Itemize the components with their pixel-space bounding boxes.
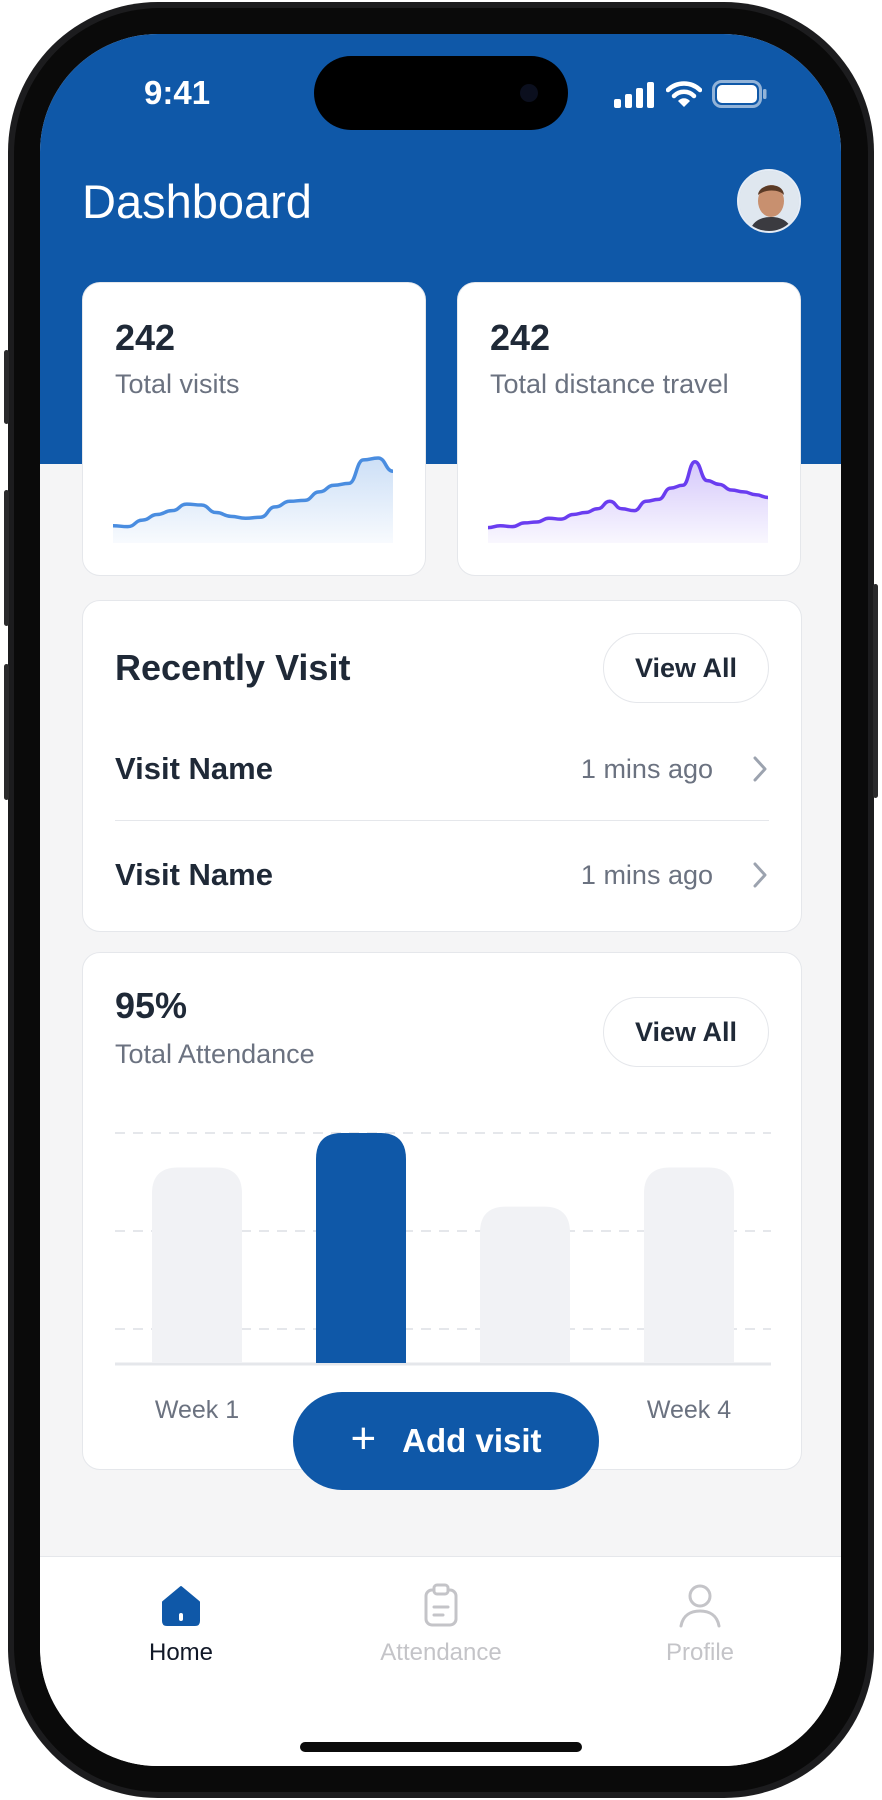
sparkline-area [488, 461, 768, 543]
page-title: Dashboard [82, 175, 312, 228]
volume-down-button [4, 664, 9, 800]
list-item[interactable]: Visit Name 1 mins ago [115, 717, 769, 821]
tab-profile[interactable]: Profile [590, 1557, 810, 1697]
divider [115, 820, 769, 821]
visit-name: Visit Name [115, 857, 273, 892]
visit-name: Visit Name [115, 751, 273, 786]
recent-visits-card: Recently Visit View All Visit Name 1 min… [82, 600, 802, 932]
user-icon [679, 1584, 721, 1628]
visit-time: 1 mins ago [580, 859, 713, 890]
attendance-view-all-button[interactable]: View All [603, 997, 769, 1067]
attendance-bar [644, 1167, 734, 1363]
total-visits-sparkline [113, 456, 393, 543]
avatar[interactable] [737, 169, 801, 233]
signal-icon [614, 82, 654, 108]
total-distance-sparkline [488, 460, 768, 543]
volume-up-button [4, 490, 9, 626]
attendance-bar [152, 1167, 242, 1363]
total-distance-value: 242 [490, 317, 551, 358]
tab-home-label: Home [148, 1639, 214, 1666]
recent-view-all-button[interactable]: View All [603, 633, 769, 703]
plus-icon: + [350, 1414, 377, 1463]
list-item[interactable]: Visit Name 1 mins ago [115, 823, 769, 927]
attendance-value: 95% [115, 985, 188, 1026]
attendance-bar-chart: Week 1Week 2Week 3Week 4 [115, 1132, 771, 1423]
visit-time: 1 mins ago [580, 753, 713, 784]
attendance-bar [316, 1133, 406, 1363]
total-visits-value: 242 [115, 317, 176, 358]
chevron-right-icon [753, 862, 767, 888]
total-distance-label: Total distance travel [490, 369, 729, 399]
tab-attendance-label: Attendance [380, 1639, 502, 1666]
week-tick-label: Week 4 [647, 1396, 731, 1423]
status-time: 9:41 [144, 74, 211, 111]
tab-home[interactable]: Home [71, 1557, 291, 1697]
total-visits-card[interactable]: 242 Total visits [82, 282, 426, 576]
total-visits-label: Total visits [115, 369, 240, 399]
chevron-right-icon [753, 756, 767, 782]
tab-bar: Home Attendance Profile [40, 1556, 841, 1766]
app-screen: 9:41 Dashboard 242 Total visits 242 Tota… [40, 34, 841, 1766]
wifi-icon [666, 81, 702, 107]
attendance-label: Total Attendance [115, 1039, 315, 1069]
camera-icon [520, 84, 538, 102]
add-visit-label: Add visit [402, 1422, 542, 1459]
total-distance-card[interactable]: 242 Total distance travel [457, 282, 801, 576]
battery-icon [712, 80, 767, 108]
add-visit-button[interactable]: + Add visit [293, 1392, 599, 1490]
sparkline-area [113, 458, 393, 543]
attendance-bar [480, 1206, 570, 1363]
tab-attendance[interactable]: Attendance [331, 1557, 551, 1697]
clipboard-icon [424, 1583, 458, 1627]
dynamic-island [314, 56, 568, 130]
week-tick-label: Week 1 [155, 1396, 239, 1423]
tab-profile-label: Profile [665, 1639, 735, 1666]
home-icon [162, 1586, 200, 1626]
home-indicator [300, 1742, 582, 1752]
power-button [873, 584, 878, 798]
action-button [4, 350, 9, 424]
recent-visits-title: Recently Visit [115, 647, 351, 688]
